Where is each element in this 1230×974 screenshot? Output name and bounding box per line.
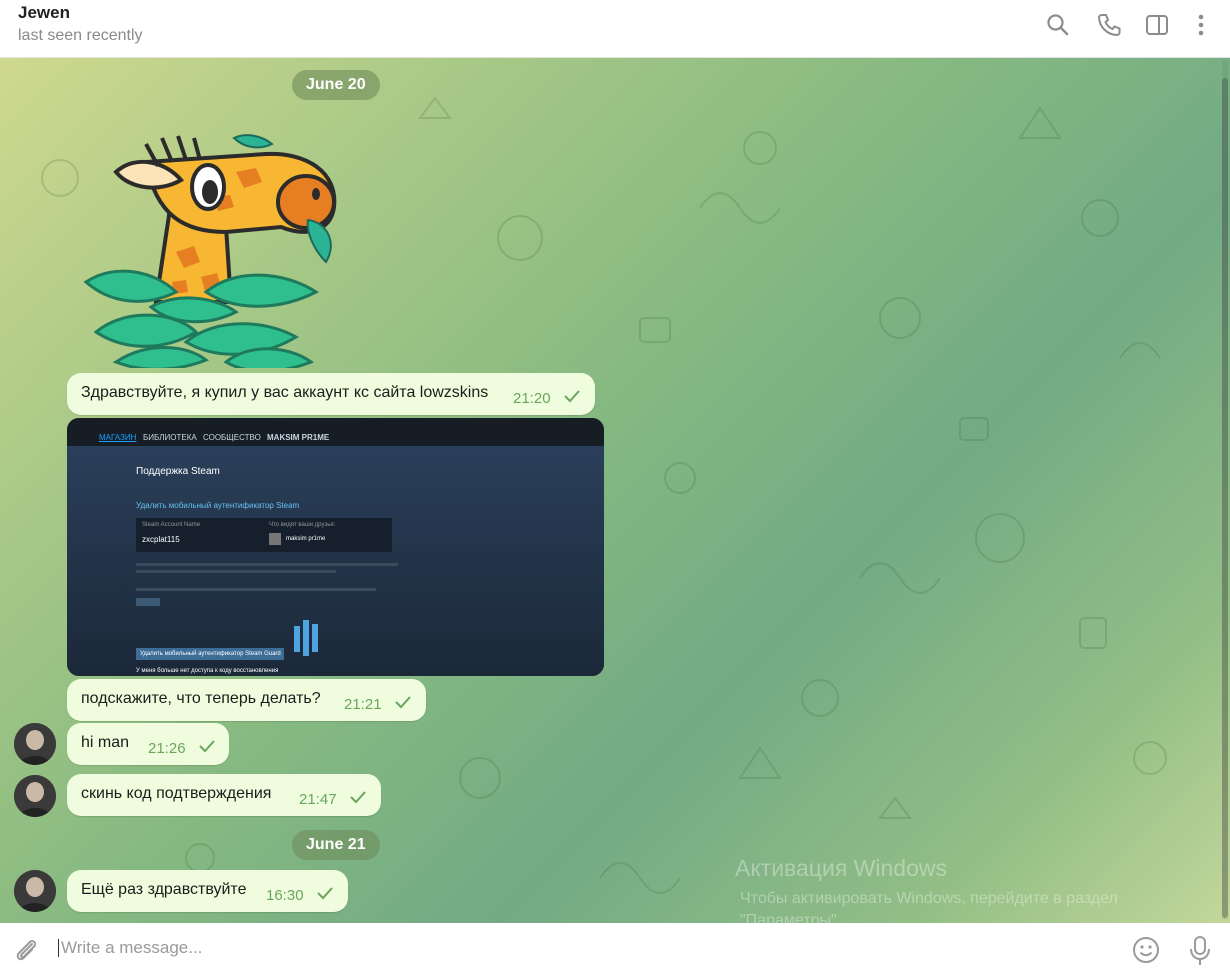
- chat-header: Jewen last seen recently: [0, 0, 1230, 58]
- steam-nav-library: БИБЛИОТЕКА: [143, 433, 197, 442]
- windows-activation-text: Чтобы активировать Windows, перейдите в …: [740, 890, 1118, 923]
- attach-icon[interactable]: [12, 936, 40, 964]
- steam-text-line: [136, 570, 336, 573]
- steam-remove-button: Удалить мобильный аутентификатор Steam G…: [136, 648, 284, 660]
- avatar-photo: [14, 723, 56, 765]
- windows-activation-title: Активация Windows: [735, 855, 947, 881]
- date-separator: June 21: [292, 830, 380, 860]
- giraffe-sticker[interactable]: [76, 132, 338, 368]
- avatar-photo: [14, 775, 56, 817]
- message-text: hi man: [81, 734, 130, 751]
- message-text: Здравствуйте, я купил у вас аккаунт кс с…: [81, 384, 489, 401]
- message-time: 16:30: [266, 887, 304, 904]
- chat-history[interactable]: June 20 Здравствуйте, я купил у вас акка…: [0, 58, 1230, 923]
- message-text: скинь код подтверждения: [81, 785, 272, 802]
- search-icon[interactable]: [1045, 12, 1071, 38]
- steam-remove-authenticator: Удалить мобильный аутентификатор Steam: [136, 501, 300, 510]
- steam-text-line: [136, 563, 398, 566]
- read-check-icon: [317, 887, 333, 900]
- emoji-icon[interactable]: [1131, 935, 1161, 965]
- steam-friends-label: Что видят ваши друзья:: [269, 522, 336, 528]
- avatar[interactable]: [14, 723, 56, 765]
- steam-friends-value: maksim pr1me: [286, 536, 326, 542]
- screenshot-image[interactable]: МАГАЗИН БИБЛИОТЕКА СООБЩЕСТВО MAKSIM PR1…: [67, 418, 604, 676]
- date-separator: June 20: [292, 70, 380, 100]
- steam-nav-profile: MAKSIM PR1ME: [267, 433, 330, 442]
- message-composer: Write a message...: [0, 923, 1230, 974]
- avatar[interactable]: [14, 775, 56, 817]
- microphone-icon[interactable]: [1187, 935, 1213, 967]
- steam-account-box: Steam Account Name zxcplat115 Что видят …: [136, 518, 392, 552]
- more-vertical-icon[interactable]: [1188, 12, 1214, 38]
- message-bubble[interactable]: hi man 21:26: [67, 723, 229, 765]
- steam-no-access-text: У меня больше нет доступа к коду восстан…: [136, 668, 279, 674]
- steam-titlebar: [67, 418, 604, 430]
- steam-code-input: [136, 598, 160, 606]
- avatar[interactable]: [14, 870, 56, 912]
- read-check-icon: [564, 390, 580, 403]
- read-check-icon: [199, 740, 215, 753]
- message-bubble[interactable]: Ещё раз здравствуйте 16:30: [67, 870, 348, 912]
- steam-content: [67, 446, 604, 676]
- scrollbar-thumb[interactable]: [1222, 78, 1228, 918]
- message-time: 21:21: [344, 696, 382, 713]
- steam-account-value: zxcplat115: [142, 535, 180, 544]
- message-text: Ещё раз здравствуйте: [81, 881, 247, 898]
- phone-icon[interactable]: [1096, 12, 1122, 38]
- message-time: 21:26: [148, 740, 186, 757]
- steam-account-label: Steam Account Name: [142, 522, 201, 528]
- message-input[interactable]: Write a message...: [58, 939, 202, 957]
- sidebar-toggle-icon[interactable]: [1144, 12, 1170, 38]
- message-bubble[interactable]: подскажите, что теперь делать? 21:21: [67, 679, 426, 721]
- steam-nav-store: МАГАЗИН: [99, 433, 137, 442]
- message-bubble[interactable]: скинь код подтверждения 21:47: [67, 774, 381, 816]
- steam-nav-community: СООБЩЕСТВО: [203, 433, 261, 442]
- message-bubble[interactable]: Здравствуйте, я купил у вас аккаунт кс с…: [67, 373, 595, 415]
- message-time: 21:47: [299, 791, 337, 808]
- loading-bars-icon: [294, 620, 318, 656]
- read-check-icon: [350, 791, 366, 804]
- chat-title[interactable]: Jewen: [18, 3, 70, 23]
- message-text: подскажите, что теперь делать?: [81, 690, 321, 707]
- message-time: 21:20: [513, 390, 551, 407]
- steam-text-line: [136, 588, 376, 591]
- avatar-photo: [14, 870, 56, 912]
- steam-nav: МАГАЗИН БИБЛИОТЕКА СООБЩЕСТВО MAKSIM PR1…: [67, 430, 604, 446]
- steam-support-title: Поддержка Steam: [136, 466, 220, 477]
- read-check-icon: [395, 696, 411, 709]
- steam-avatar: [269, 533, 281, 545]
- chat-status: last seen recently: [18, 27, 143, 44]
